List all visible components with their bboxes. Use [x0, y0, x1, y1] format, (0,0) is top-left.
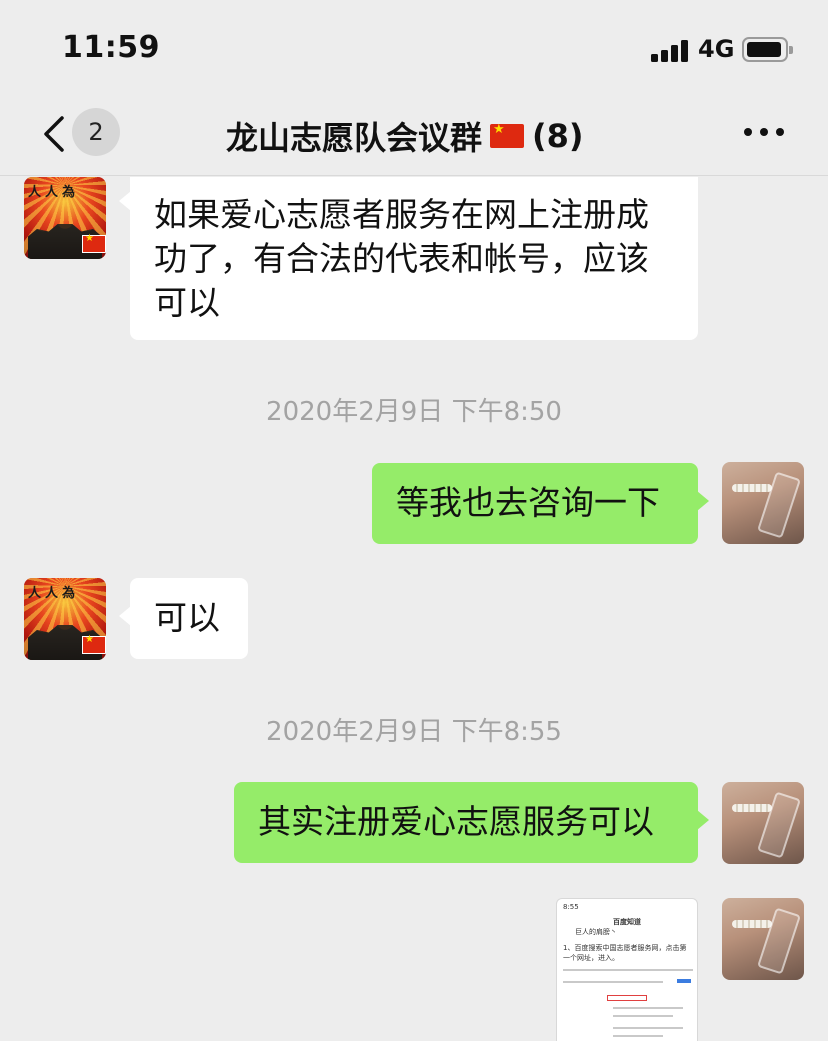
my-avatar[interactable]: [722, 462, 804, 544]
status-bar: 11:59 4G: [0, 0, 828, 100]
my-avatar[interactable]: [722, 898, 804, 980]
image-status-time: 8:55: [563, 903, 579, 911]
message-bubble-received[interactable]: 如果爱心志愿者服务在网上注册成 功了，有合法的代表和帐号，应该 可以: [119, 177, 698, 340]
sender-avatar[interactable]: 人人為: [24, 578, 106, 660]
back-chevron-icon[interactable]: [40, 114, 70, 154]
message-bubble-sent[interactable]: 其实注册爱心志愿服务可以: [234, 782, 709, 863]
battery-icon: [742, 37, 793, 62]
chat-title-text: 龙山志愿队会议群: [226, 119, 483, 157]
chat-header: 2 龙山志愿队会议群 (8): [0, 100, 828, 176]
message-list[interactable]: 人人為 如果爱心志愿者服务在网上注册成 功了，有合法的代表和帐号，应该 可以 2…: [0, 177, 828, 1041]
unread-count-badge[interactable]: 2: [72, 108, 120, 156]
my-avatar[interactable]: [722, 782, 804, 864]
china-flag-icon: [490, 122, 525, 148]
message-timestamp: 2020年2月9日 下午8:55: [266, 717, 562, 747]
image-message[interactable]: 8:55 百度知道 巨人的肩膀丶 1、百度搜索中国志愿者服务网，点击第一个网址，…: [556, 898, 698, 1041]
message-text: 等我也去咨询一下: [396, 483, 660, 522]
chat-title[interactable]: 龙山志愿队会议群 (8): [226, 113, 584, 159]
message-text-line: 可以: [154, 283, 220, 322]
message-bubble-received[interactable]: 可以: [119, 578, 248, 659]
image-header: 百度知道: [613, 918, 641, 926]
message-bubble-sent[interactable]: 等我也去咨询一下: [372, 463, 709, 544]
message-text: 其实注册爱心志愿服务可以: [258, 802, 654, 841]
member-count: (8): [532, 117, 584, 155]
message-text-line: 功了，有合法的代表和帐号，应该: [154, 239, 649, 278]
signal-icon: [651, 38, 691, 62]
status-time: 11:59: [62, 30, 160, 65]
message-text-line: 如果爱心志愿者服务在网上注册成: [154, 195, 649, 234]
message-timestamp: 2020年2月9日 下午8:50: [266, 397, 562, 427]
image-user: 巨人的肩膀丶: [575, 928, 617, 936]
image-caption: 1、百度搜索中国志愿者服务网，点击第一个网址，进入。: [563, 944, 687, 962]
message-text: 可以: [154, 598, 220, 637]
network-type: 4G: [698, 35, 735, 63]
more-options-icon[interactable]: [744, 128, 784, 138]
sender-avatar[interactable]: 人人為: [24, 177, 106, 259]
